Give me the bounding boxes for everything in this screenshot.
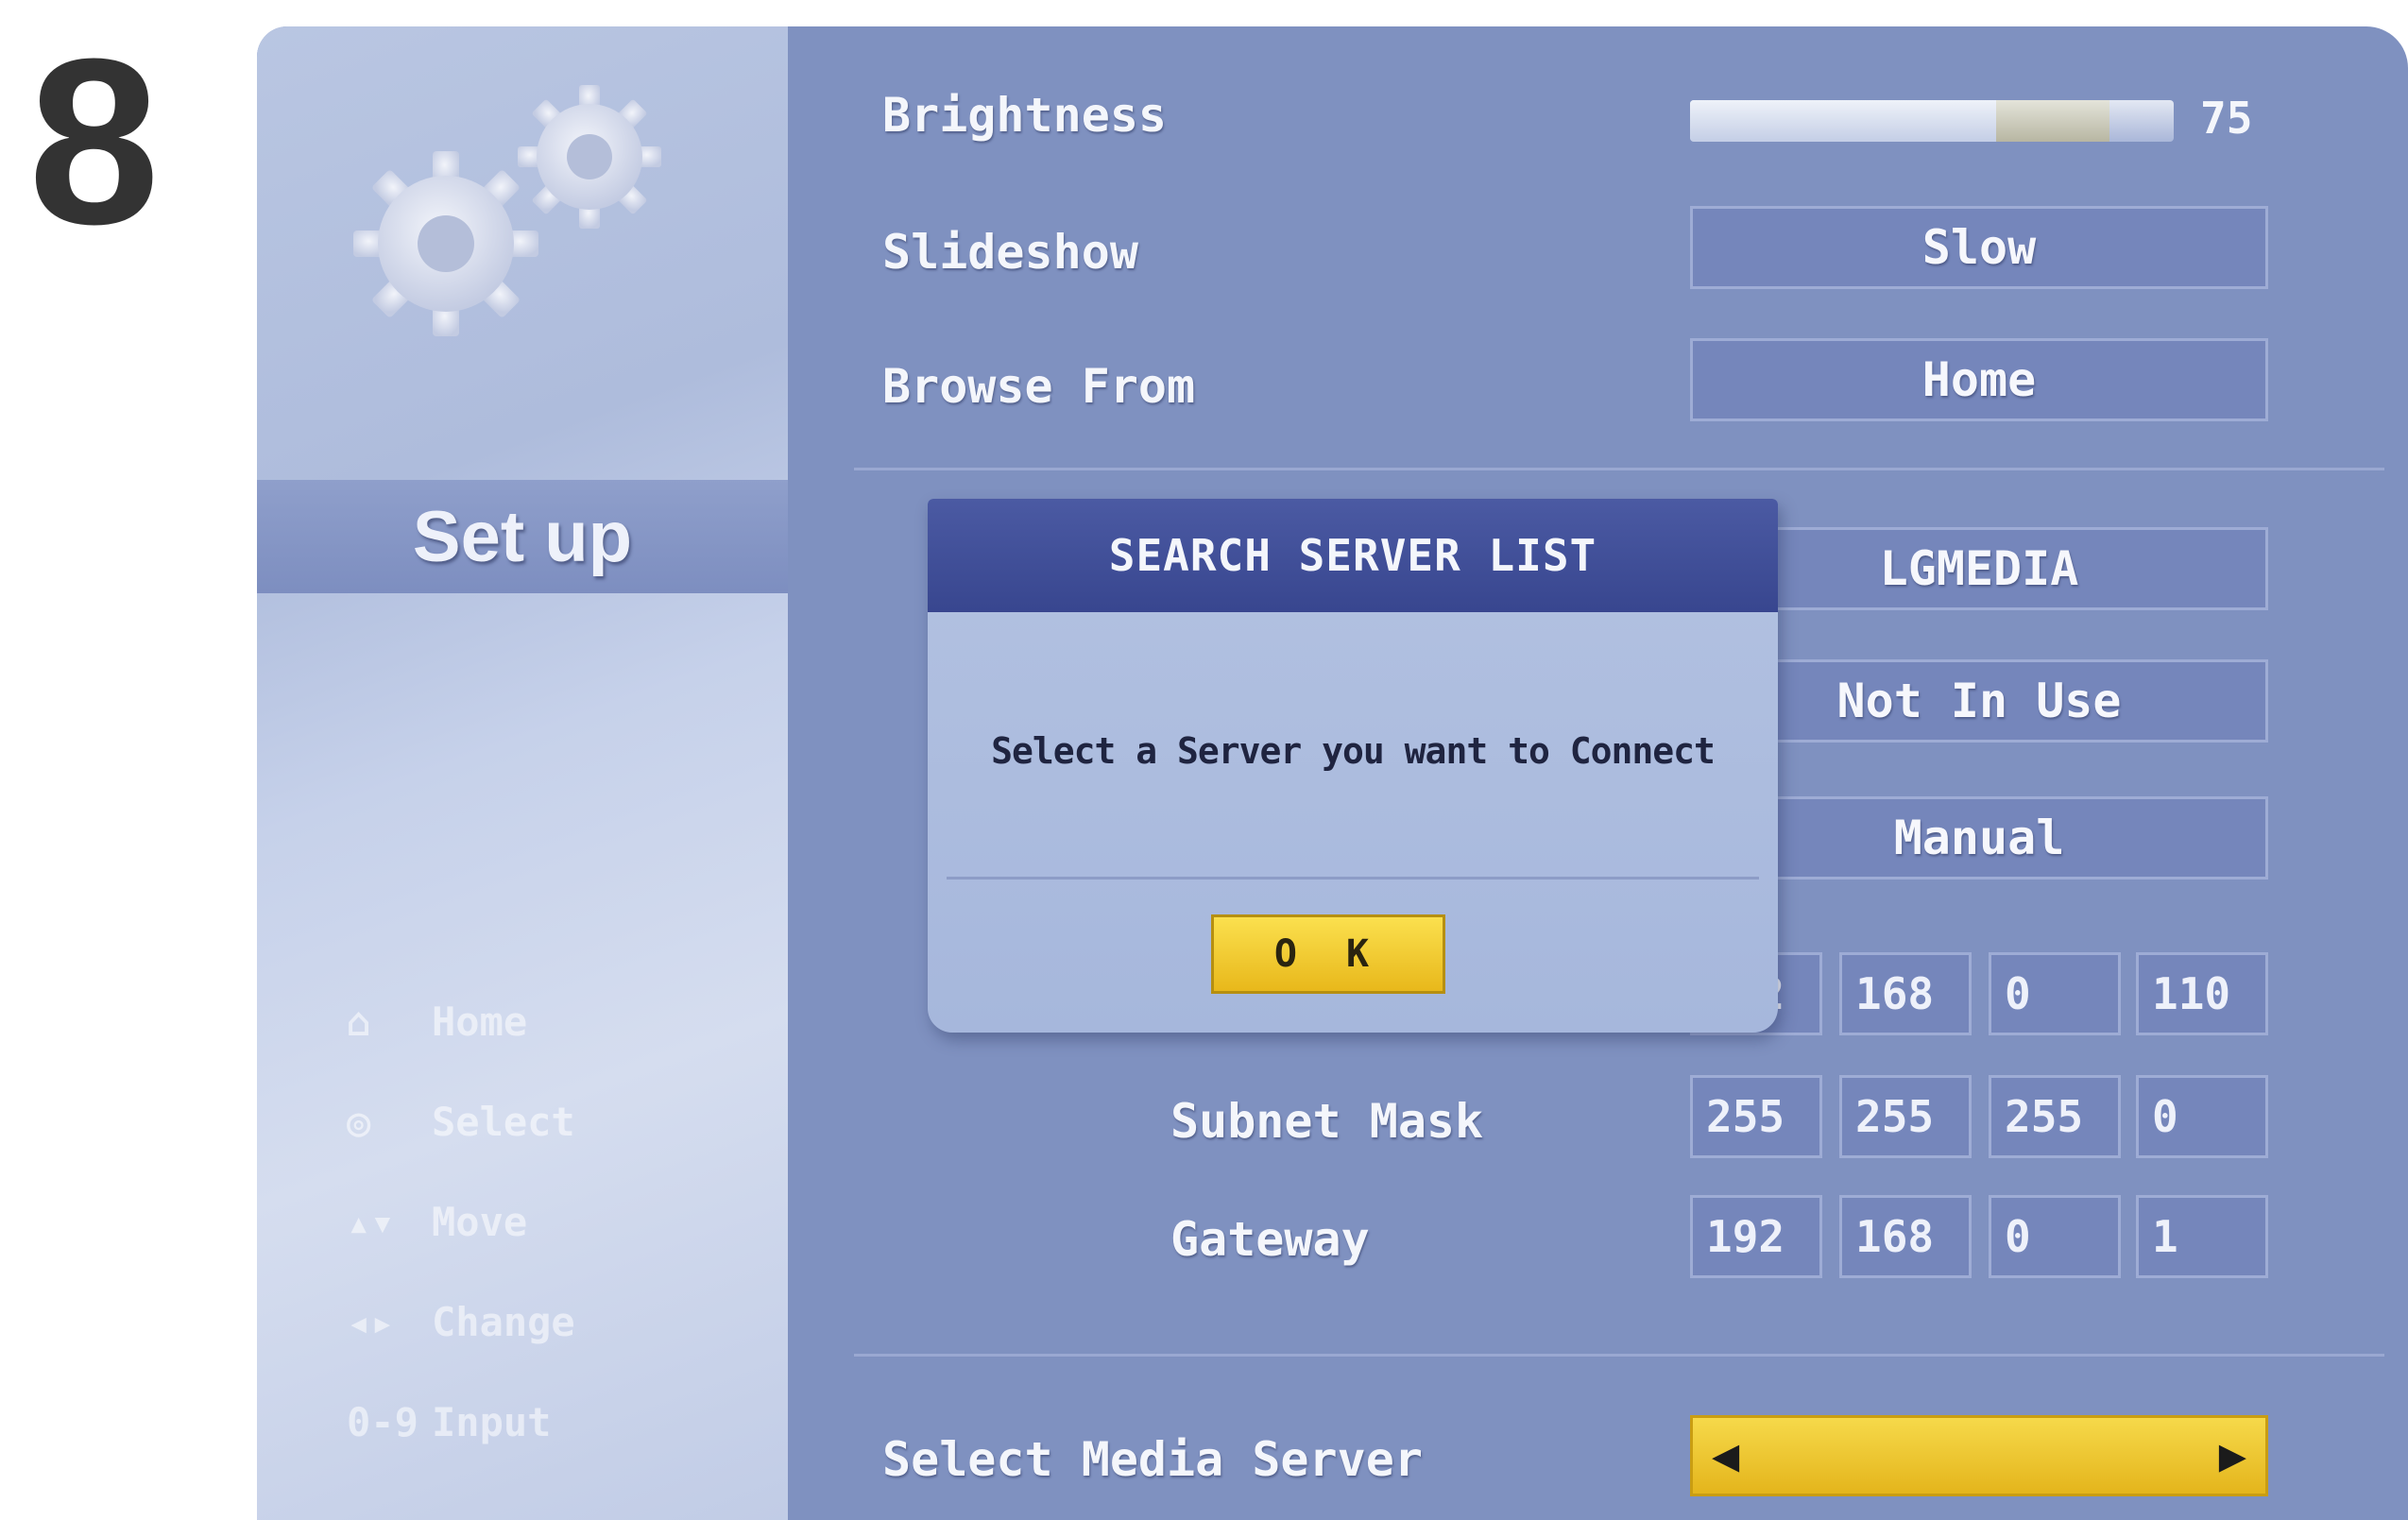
slider-fill bbox=[1690, 100, 1996, 142]
gateway-octet[interactable]: 168 bbox=[1839, 1195, 1972, 1278]
legend-label: Home bbox=[432, 998, 528, 1045]
dialog-title: SEARCH SERVER LIST bbox=[928, 499, 1778, 612]
subnet-mask-octet[interactable]: 255 bbox=[1839, 1075, 1972, 1158]
dialog-message: Select a Server you want to Connect bbox=[991, 730, 1716, 772]
arrow-left-icon[interactable]: ◀ bbox=[1712, 1435, 1739, 1477]
gateway-octet[interactable]: 1 bbox=[2136, 1195, 2268, 1278]
move-icon: ▴▾ bbox=[347, 1198, 395, 1245]
gateway-label: Gateway bbox=[1170, 1212, 1370, 1267]
browse-from-select[interactable]: Home bbox=[1690, 338, 2268, 421]
step-number: 8 bbox=[28, 9, 161, 273]
subnet-mask-octet[interactable]: 255 bbox=[1690, 1075, 1822, 1158]
legend-label: Input bbox=[432, 1398, 552, 1445]
subnet-mask-octet[interactable]: 255 bbox=[1989, 1075, 2121, 1158]
legend-input: 0-9 Input bbox=[347, 1372, 575, 1472]
subnet-mask-octet[interactable]: 0 bbox=[2136, 1075, 2268, 1158]
divider bbox=[854, 468, 2384, 470]
setup-screen: Set up ⌂ Home ◎ Select ▴▾ Move ◂▸ Change… bbox=[257, 26, 2408, 1520]
change-icon: ◂▸ bbox=[347, 1298, 395, 1345]
legend-select: ◎ Select bbox=[347, 1071, 575, 1171]
slideshow-select[interactable]: Slow bbox=[1690, 206, 2268, 289]
legend-change: ◂▸ Change bbox=[347, 1272, 575, 1372]
gateway-octet[interactable]: 192 bbox=[1690, 1195, 1822, 1278]
gears-icon bbox=[353, 85, 661, 336]
gateway-octet[interactable]: 0 bbox=[1989, 1195, 2121, 1278]
search-server-dialog: SEARCH SERVER LIST Select a Server you w… bbox=[928, 499, 1778, 1033]
slideshow-label: Slideshow bbox=[882, 225, 1138, 280]
key-legend: ⌂ Home ◎ Select ▴▾ Move ◂▸ Change 0-9 In… bbox=[347, 971, 575, 1472]
brightness-label: Brightness bbox=[882, 88, 1168, 143]
ip-address-octet[interactable]: 110 bbox=[2136, 952, 2268, 1035]
divider bbox=[854, 1354, 2384, 1357]
legend-move: ▴▾ Move bbox=[347, 1171, 575, 1272]
ip-address-octet[interactable]: 168 bbox=[1839, 952, 1972, 1035]
sidebar: Set up ⌂ Home ◎ Select ▴▾ Move ◂▸ Change… bbox=[257, 26, 788, 1520]
media-server-label: Select Media Server bbox=[882, 1432, 1423, 1487]
browse-from-label: Browse From bbox=[882, 359, 1196, 414]
ok-button[interactable]: O K bbox=[1211, 914, 1445, 994]
brightness-value: 75 bbox=[2200, 93, 2253, 144]
legend-label: Move bbox=[432, 1198, 528, 1245]
select-icon: ◎ bbox=[347, 1098, 371, 1145]
ip-address-octet[interactable]: 0 bbox=[1989, 952, 2121, 1035]
subnet-mask-label: Subnet Mask bbox=[1170, 1094, 1484, 1149]
home-icon: ⌂ bbox=[347, 998, 371, 1045]
dialog-divider bbox=[947, 877, 1759, 880]
input-icon: 0-9 bbox=[347, 1398, 418, 1445]
legend-home: ⌂ Home bbox=[347, 971, 575, 1071]
legend-label: Select bbox=[432, 1098, 575, 1145]
slider-thumb[interactable] bbox=[1996, 100, 2109, 142]
media-server-select[interactable]: ◀ ▶ bbox=[1690, 1415, 2268, 1496]
legend-label: Change bbox=[432, 1298, 575, 1345]
section-title: Set up bbox=[257, 480, 788, 593]
arrow-right-icon[interactable]: ▶ bbox=[2219, 1435, 2246, 1477]
brightness-slider[interactable] bbox=[1690, 100, 2174, 142]
